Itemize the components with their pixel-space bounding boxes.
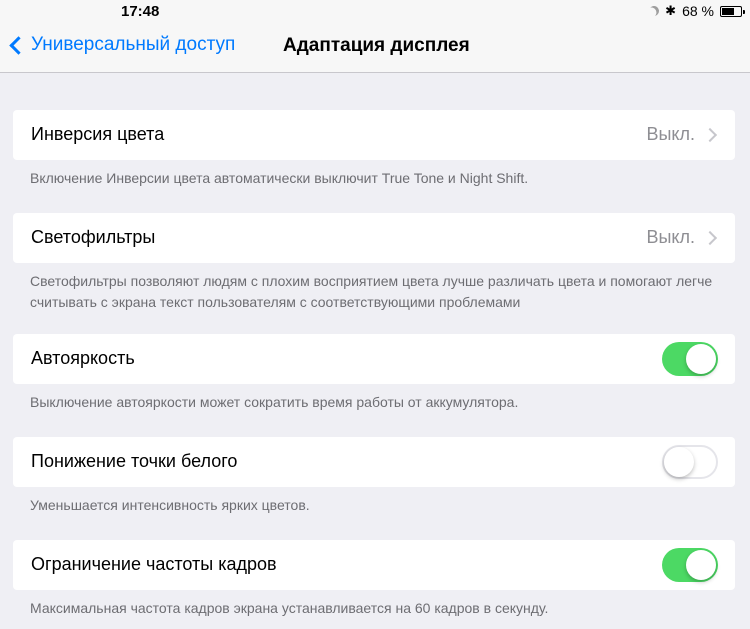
- section-footer: Светофильтры позволяют людям с плохим во…: [30, 273, 713, 310]
- bluetooth-icon: ✱: [665, 3, 677, 18]
- limit-frame-rate-toggle[interactable]: [662, 548, 718, 582]
- toggle-knob: [686, 344, 716, 374]
- chevron-right-icon: [702, 127, 718, 143]
- status-bar: 17:48 ✱ 68 %: [0, 0, 750, 22]
- page-title: Адаптация дисплея: [283, 35, 470, 56]
- section-footer: Выключение автояркости может сократить в…: [30, 394, 519, 410]
- status-icons: ✱ 68 %: [643, 3, 745, 19]
- row-label: Светофильтры: [31, 227, 156, 247]
- row-label: Понижение точки белого: [31, 451, 238, 471]
- status-time: 17:48: [121, 3, 160, 20]
- row-color-filters[interactable]: Светофильтры Выкл.: [13, 213, 735, 263]
- battery-percent: 68 %: [682, 3, 714, 19]
- row-reduce-white-point: Понижение точки белого: [13, 437, 735, 487]
- row-value: Выкл.: [646, 124, 695, 144]
- reduce-white-point-toggle[interactable]: [662, 445, 718, 479]
- back-button[interactable]: Универсальный доступ: [6, 34, 235, 56]
- row-color-inversion[interactable]: Инверсия цвета Выкл.: [13, 110, 735, 160]
- row-value: Выкл.: [646, 227, 695, 247]
- chevron-right-icon: [702, 230, 718, 246]
- row-limit-frame-rate: Ограничение частоты кадров: [13, 540, 735, 590]
- battery-level: [722, 7, 735, 15]
- section-footer: Максимальная частота кадров экрана устан…: [30, 600, 549, 616]
- battery-icon: [720, 5, 745, 17]
- row-auto-brightness: Автояркость: [13, 334, 735, 384]
- navigation-bar: Универсальный доступ Адаптация дисплея: [0, 22, 750, 73]
- section-footer: Уменьшается интенсивность ярких цветов.: [30, 497, 310, 513]
- back-button-label: Универсальный доступ: [31, 34, 236, 55]
- row-label: Ограничение частоты кадров: [31, 554, 277, 574]
- chevron-left-icon: [9, 35, 28, 55]
- row-label: Автояркость: [31, 348, 135, 368]
- moon-icon: [647, 4, 661, 18]
- toggle-knob: [664, 447, 694, 477]
- toggle-knob: [686, 550, 716, 580]
- auto-brightness-toggle[interactable]: [662, 342, 718, 376]
- row-label: Инверсия цвета: [31, 124, 165, 144]
- section-footer: Включение Инверсии цвета автоматически в…: [30, 170, 529, 186]
